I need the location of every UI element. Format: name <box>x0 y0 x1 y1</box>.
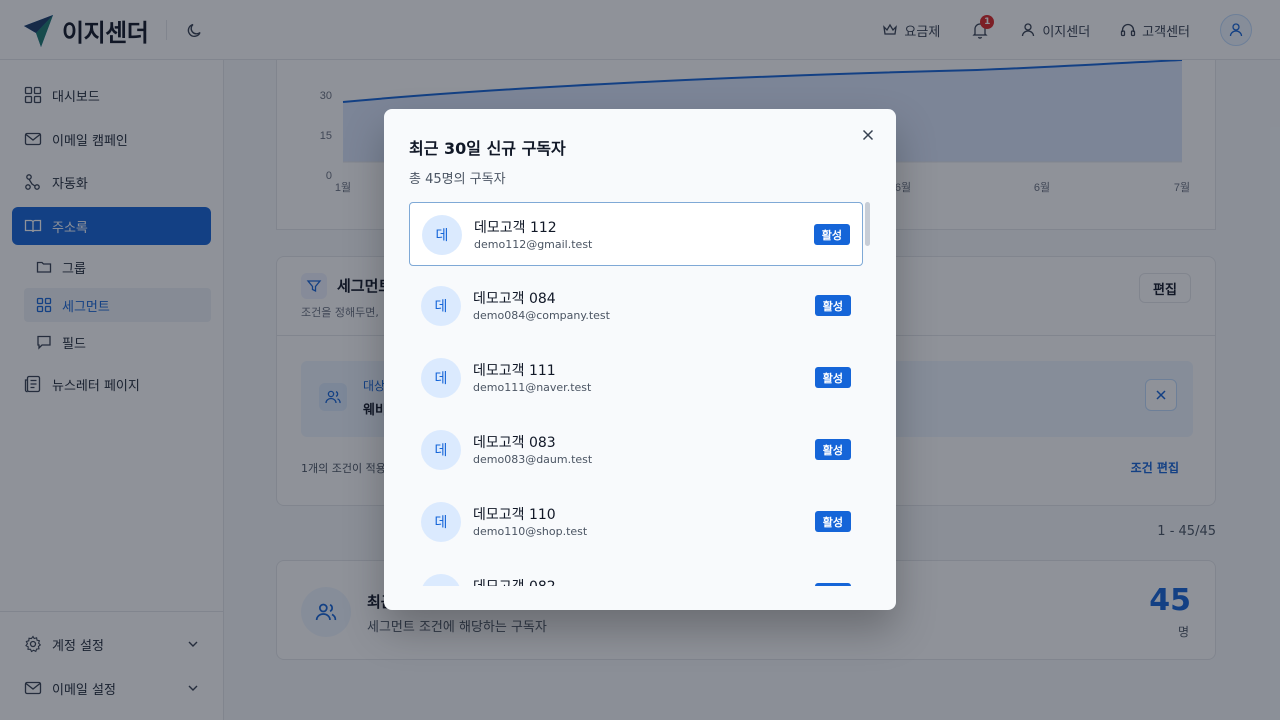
subscriber-avatar: 데 <box>421 430 461 470</box>
subscriber-email: demo084@company.test <box>473 309 610 322</box>
new-subscribers-modal: 최근 30일 신규 구독자 총 45명의 구독자 데 데모고객 112 demo… <box>384 109 896 610</box>
close-icon <box>862 129 874 141</box>
subscriber-email: demo111@naver.test <box>473 381 592 394</box>
modal-title: 최근 30일 신규 구독자 <box>409 139 566 158</box>
subscriber-row[interactable]: 데 데모고객 112 demo112@gmail.test 활성 <box>409 202 863 266</box>
subscriber-name: 데모고객 084 <box>473 291 556 307</box>
subscriber-row[interactable]: 데 데모고객 084 demo084@company.test 활성 <box>409 274 863 338</box>
status-badge: 활성 <box>814 367 851 388</box>
subscriber-row[interactable]: 데 데모고객 111 demo111@naver.test 활성 <box>409 346 863 410</box>
subscriber-row[interactable]: 데 데모고객 083 demo083@daum.test 활성 <box>409 418 863 482</box>
status-badge: 활성 <box>814 583 851 586</box>
subscriber-list[interactable]: 데 데모고객 112 demo112@gmail.test 활성 데 데모고객 … <box>409 202 863 586</box>
subscriber-row[interactable]: 데 데모고객 082 활성 <box>409 562 863 586</box>
status-badge: 활성 <box>813 224 850 245</box>
subscriber-avatar: 데 <box>421 286 461 326</box>
subscriber-email: demo110@shop.test <box>473 525 588 538</box>
status-badge: 활성 <box>814 295 851 316</box>
modal-close-button[interactable] <box>858 125 878 145</box>
subscriber-name: 데모고객 082 <box>473 576 556 586</box>
subscriber-name: 데모고객 112 <box>474 220 557 236</box>
subscriber-row[interactable]: 데 데모고객 110 demo110@shop.test 활성 <box>409 490 863 554</box>
list-scrollbar[interactable] <box>865 202 870 246</box>
subscriber-name: 데모고객 110 <box>473 507 556 523</box>
subscriber-avatar: 데 <box>421 358 461 398</box>
subscriber-name: 데모고객 083 <box>473 435 556 451</box>
subscriber-email: demo083@daum.test <box>473 453 593 466</box>
status-badge: 활성 <box>814 439 851 460</box>
subscriber-avatar: 데 <box>421 502 461 542</box>
subscriber-name: 데모고객 111 <box>473 363 556 379</box>
subscriber-avatar: 데 <box>421 574 461 586</box>
subscriber-avatar: 데 <box>422 215 462 255</box>
modal-subtitle: 총 45명의 구독자 <box>409 172 506 187</box>
subscriber-email: demo112@gmail.test <box>474 238 593 251</box>
status-badge: 활성 <box>814 511 851 532</box>
